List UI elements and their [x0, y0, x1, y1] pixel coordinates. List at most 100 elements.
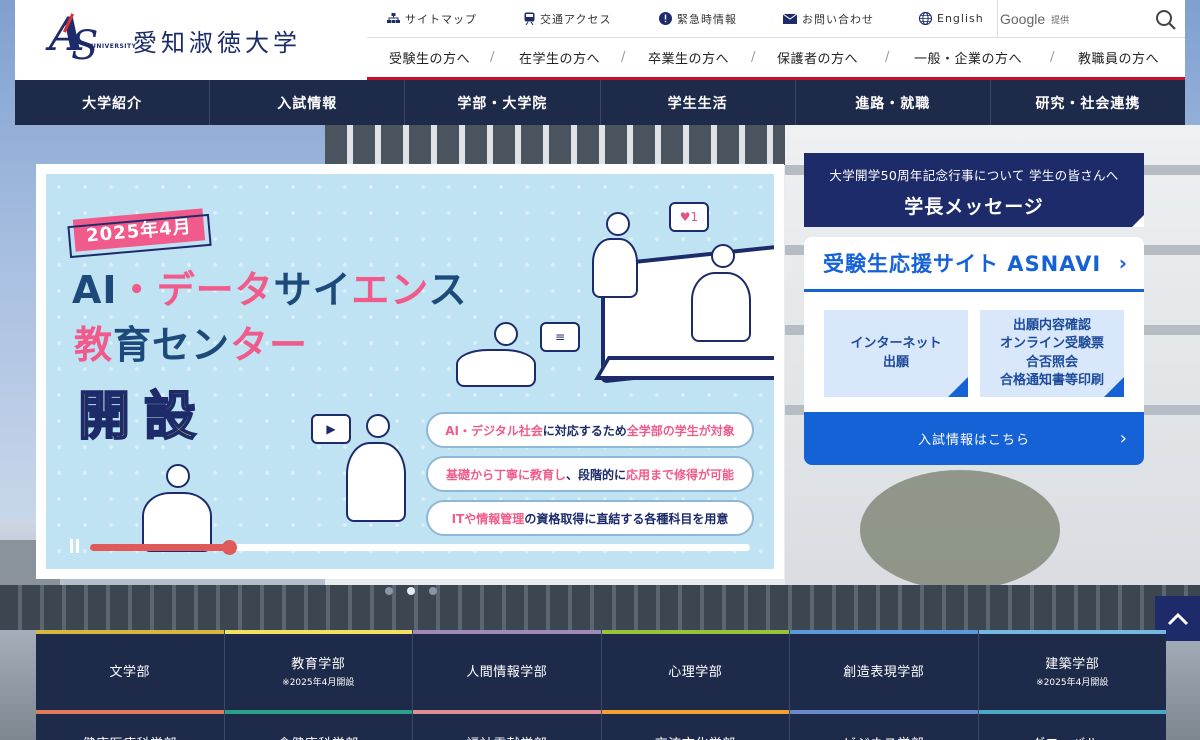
audience-link-parents[interactable]: 保護者の方へ [777, 48, 858, 67]
admissions-info-button[interactable]: 入試情報はこちら › [804, 412, 1144, 465]
asnavi-panel: 受験生応援サイト ASNAVI › インターネット 出願 出願内容確認 オンライン受… [804, 237, 1144, 465]
faculty-color-bar [36, 710, 224, 714]
site-search[interactable]: Google 提供 [997, 0, 1185, 38]
faculty-name: 健康医療科学部 [82, 733, 177, 740]
faculty-name: ビジネス学部 [843, 733, 924, 740]
person-illustration [366, 414, 390, 438]
faculty-color-bar [601, 630, 789, 634]
faculty-color-bar [36, 630, 224, 634]
hero-feature-pill: ITや情報管理の資格取得に直結する各種科目を用意 [426, 500, 754, 536]
faculty-color-bar [978, 630, 1166, 634]
president-message-link[interactable]: 大学開学50周年記念行事について 学生の皆さんへ 学長メッセージ [804, 153, 1144, 227]
like-bubble-icon: ♥1 [669, 202, 709, 232]
faculty-color-bar [978, 710, 1166, 714]
sitemap-icon [387, 13, 400, 23]
mail-icon [783, 13, 797, 24]
person-illustration [494, 322, 518, 346]
person-illustration [606, 212, 630, 236]
hero-slide: 2025年4月 AI・データサイエンス 教育センター 開設 ♥1 ≡ ▶ AI・… [46, 174, 774, 569]
gnav-item-faculties[interactable]: 学部・大学院 [405, 80, 601, 125]
search-provider-label: Google [1000, 11, 1046, 27]
logo-name: 愛知淑徳大学 [133, 28, 301, 57]
audience-link-staff[interactable]: 教職員の方へ [1078, 48, 1159, 67]
chevron-right-icon: › [1119, 428, 1128, 449]
faculty-link[interactable]: 人間情報学部 [413, 630, 602, 710]
faculty-color-bar [224, 710, 412, 714]
slide-dot[interactable] [385, 587, 393, 595]
util-link-access[interactable]: 交通アクセス [524, 11, 611, 27]
util-link-sitemap[interactable]: サイトマップ [387, 11, 477, 27]
audience-link-public[interactable]: 一般・企業の方へ [914, 48, 1022, 67]
faculty-name: 福祉貢献学部 [466, 733, 547, 740]
gnav-item-research[interactable]: 研究・社会連携 [991, 80, 1185, 125]
audience-link-alumni[interactable]: 卒業生の方へ [648, 48, 729, 67]
slide-progress [68, 539, 754, 555]
gnav-item-admissions[interactable]: 入試情報 [210, 80, 406, 125]
faculty-name: 食健康科学部 [278, 733, 359, 740]
faculty-color-bar [790, 710, 978, 714]
logo-mark-icon: AS UNIVERSITY [49, 7, 137, 69]
application-status-button[interactable]: 出願内容確認 オンライン受験票 合否照会 合格通知書等印刷 [980, 310, 1124, 397]
faculty-name: 人間情報学部 [466, 664, 548, 680]
gnav-item-student-life[interactable]: 学生生活 [601, 80, 796, 125]
global-nav: 大学紹介 入試情報 学部・大学院 学生生活 進路・就職 研究・社会連携 [15, 80, 1185, 125]
util-link-contact[interactable]: お問い合わせ [783, 11, 874, 27]
faculty-link[interactable]: 健康医療科学部 [36, 710, 225, 740]
faculty-color-bar [790, 630, 978, 634]
faculty-name: 交流文化学部 [655, 733, 736, 740]
slide-dots [385, 587, 437, 595]
faculty-note: ※2025年4月開設 [282, 677, 355, 688]
faculty-link[interactable]: 福祉貢献学部 [413, 710, 602, 740]
chat-bubble-icon: ≡ [540, 322, 580, 352]
faculty-name: 教育学部 [291, 656, 346, 672]
util-link-emergency[interactable]: 緊急時情報 [659, 11, 737, 27]
slide-dot[interactable] [429, 587, 437, 595]
slide-progress-knob[interactable] [222, 540, 237, 555]
faculty-link[interactable]: 建築学部 ※2025年4月開設 [978, 630, 1166, 710]
faculty-color-bar [413, 630, 601, 634]
gnav-item-about[interactable]: 大学紹介 [15, 80, 211, 125]
faculty-color-bar [601, 710, 789, 714]
faculty-link[interactable]: グローバル・ [978, 710, 1166, 740]
hero-open-text: 開設 [77, 386, 211, 448]
site-header: AS UNIVERSITY 愛知淑徳大学 サイトマップ 交通アクセス 緊急時情報… [15, 0, 1185, 80]
utility-nav: サイトマップ 交通アクセス 緊急時情報 お問い合わせ English Googl… [367, 0, 1185, 38]
search-icon[interactable] [1155, 9, 1177, 31]
util-link-english[interactable]: English [919, 12, 984, 25]
faculty-link[interactable]: 教育学部 ※2025年4月開設 [224, 630, 413, 710]
hero-banner[interactable]: 2025年4月 AI・データサイエンス 教育センター 開設 ♥1 ≡ ▶ AI・… [36, 164, 784, 579]
audience-link-students[interactable]: 在学生の方へ [519, 48, 600, 67]
faculty-name: 建築学部 [1045, 656, 1100, 672]
faculty-link[interactable]: 創造表現学部 [790, 630, 979, 710]
faculty-link[interactable]: 食健康科学部 [224, 710, 413, 740]
internet-application-button[interactable]: インターネット 出願 [824, 310, 968, 397]
faculty-link[interactable]: ビジネス学部 [790, 710, 979, 740]
slide-dot[interactable] [407, 587, 415, 595]
person-illustration [711, 244, 735, 268]
chevron-right-icon: › [1118, 251, 1128, 275]
hero-title-line1: AI・データサイエンス [72, 268, 468, 312]
pause-icon[interactable] [68, 539, 82, 553]
faculty-grid: 文学部 教育学部 ※2025年4月開設 人間情報学部 心理学部 創造表現学部 建築学部 ※20… [36, 630, 1166, 740]
hero-title-line2: 教育センター [74, 323, 309, 367]
audience-nav: 受験生の方へ / 在学生の方へ / 卒業生の方へ / 保護者の方へ / 一般・企… [367, 38, 1185, 80]
faculty-name: 文学部 [109, 664, 150, 680]
faculty-note: ※2025年4月開設 [1036, 677, 1109, 688]
alert-icon [659, 12, 672, 25]
faculty-color-bar [224, 630, 412, 634]
message-title: 学長メッセージ [904, 196, 1044, 218]
audience-link-applicants[interactable]: 受験生の方へ [389, 48, 470, 67]
hero-feature-pill: 基礎から丁寧に教育し 、段階的に 応用まで修得が可能 [426, 456, 754, 492]
gnav-item-careers[interactable]: 進路・就職 [796, 80, 991, 125]
faculty-link[interactable]: 文学部 [36, 630, 225, 710]
faculty-name: グローバル・ [1032, 733, 1113, 740]
university-logo[interactable]: AS UNIVERSITY 愛知淑徳大学 [15, 0, 365, 80]
faculty-color-bar [413, 710, 601, 714]
slide-progress-track[interactable] [90, 540, 750, 555]
asnavi-title-link[interactable]: 受験生応援サイト ASNAVI › [804, 237, 1144, 292]
faculty-name: 心理学部 [668, 664, 723, 680]
faculty-link[interactable]: 交流文化学部 [601, 710, 790, 740]
person-illustration [166, 464, 190, 488]
train-icon [524, 12, 535, 25]
faculty-link[interactable]: 心理学部 [601, 630, 790, 710]
